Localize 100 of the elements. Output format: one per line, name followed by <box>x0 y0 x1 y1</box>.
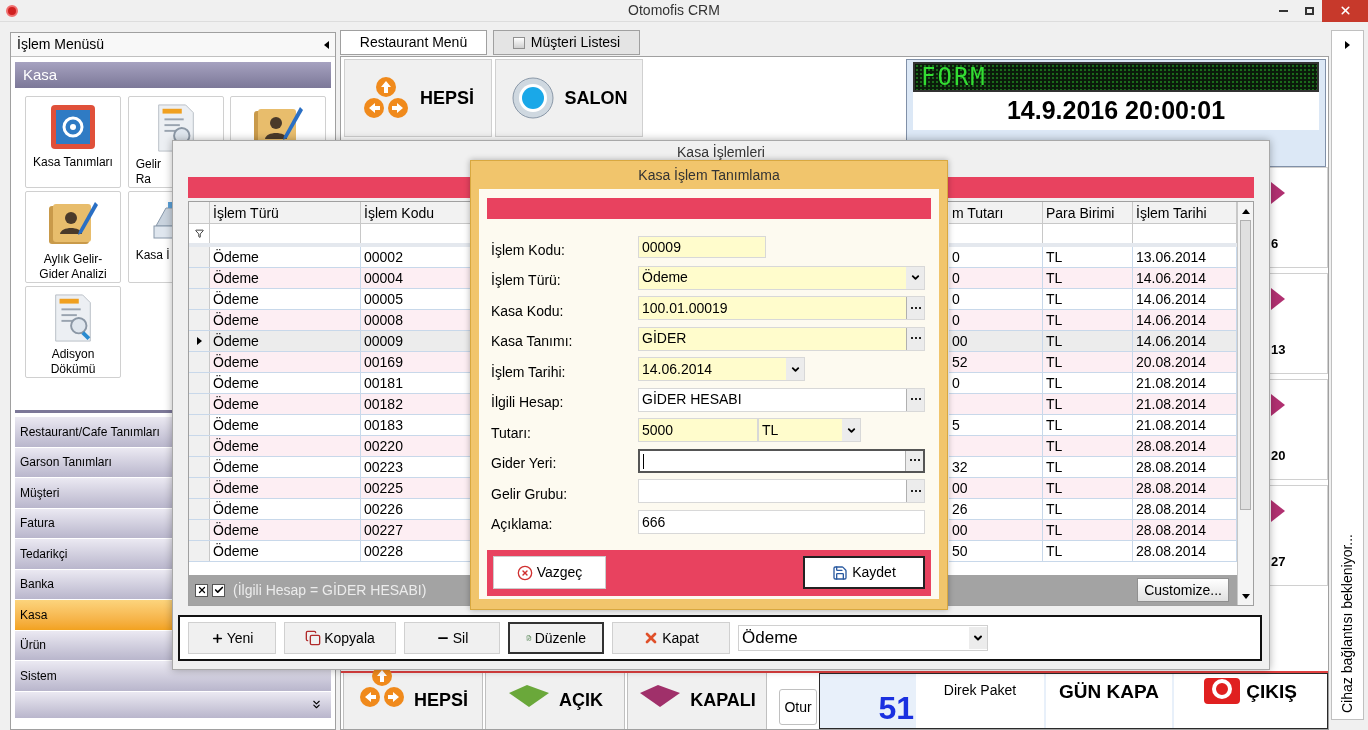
table-cell: 00169 <box>364 354 403 370</box>
tile-label: Kasa İ <box>134 248 170 263</box>
dialog-title: Kasa İşlem Tanımlama <box>638 166 780 185</box>
tile-label: Aylık Gelir- Gider Analizi <box>39 252 107 282</box>
table-cell: Ödeme <box>213 480 259 496</box>
tile-label: Kasa Tanımları <box>33 155 113 170</box>
table-cell: 13.06.2014 <box>1136 249 1207 265</box>
table-cell: 21.08.2014 <box>1136 375 1207 391</box>
table-cell: Ödeme <box>213 270 259 286</box>
table-cell: TL <box>1046 270 1063 286</box>
table-cell: TL <box>1046 249 1063 265</box>
table-cell: Ödeme <box>213 522 259 538</box>
table-cell: 0 <box>952 249 960 265</box>
exit-label: ÇIKIŞ <box>1246 680 1297 704</box>
table-cell: TL <box>1046 291 1063 307</box>
table-cell: 00228 <box>364 543 403 559</box>
tile-label: HEPSİ <box>420 86 474 110</box>
table-cell: 00005 <box>364 291 403 307</box>
table-cell: 00004 <box>364 270 403 286</box>
table-cell: Ödeme <box>213 291 259 307</box>
table-cell: 5 <box>952 417 960 433</box>
table-cell: TL <box>1046 501 1063 517</box>
table-cell: TL <box>1046 312 1063 328</box>
table-cell: 32 <box>952 459 968 475</box>
table-cell: Ödeme <box>213 354 259 370</box>
table-cell: 52 <box>952 354 968 370</box>
table-cell: 00009 <box>364 333 403 349</box>
table-cell: 0 <box>952 270 960 286</box>
field-label: Tutarı: <box>490 423 532 443</box>
tile-label: SALON <box>564 86 628 110</box>
field-label: Gider Yeri: <box>490 454 558 473</box>
table-cell: Ödeme <box>213 543 259 559</box>
table-cell: 00225 <box>364 480 403 496</box>
tile-label: KAPALI <box>690 691 756 709</box>
group-header: Kasa <box>15 62 331 88</box>
table-cell: 26 <box>952 501 968 517</box>
table-cell: 00220 <box>364 438 403 454</box>
table-cell: 28.08.2014 <box>1136 522 1207 538</box>
filter-text: (İlgili Hesap = GİDER HESABI) <box>233 580 427 600</box>
field-label: İlgili Hesap: <box>490 393 565 412</box>
table-cell: TL <box>1046 480 1063 496</box>
field-label: Kasa Kodu: <box>490 301 565 321</box>
table-cell: 00226 <box>364 501 403 517</box>
table-cell: Ödeme <box>213 396 259 412</box>
field-label: İşlem Kodu: <box>490 240 566 260</box>
window-title: Kasa İşlemleri <box>676 143 766 162</box>
field-label: İşlem Tarihi: <box>490 362 567 382</box>
table-cell: 00 <box>952 522 968 538</box>
table-cell: 21.08.2014 <box>1136 417 1207 433</box>
table-cell: Ödeme <box>213 333 259 349</box>
tile-label: AÇIK <box>559 691 603 709</box>
clock-text: 14.9.2016 20:00:01 <box>913 92 1319 130</box>
table-cell: TL <box>1046 459 1063 475</box>
table-cell: TL <box>1046 543 1063 559</box>
table-cell: 00182 <box>364 396 403 412</box>
table-cell: 14.06.2014 <box>1136 291 1207 307</box>
field-label: Gelir Grubu: <box>490 484 569 504</box>
count-text: 51 <box>877 692 915 728</box>
table-cell: 00 <box>952 333 968 349</box>
table-cell: TL <box>1046 396 1063 412</box>
status-text: Cihaz bağlantısı bekleniyor... <box>1338 534 1356 713</box>
tile-label: HEPSİ <box>414 691 468 709</box>
table-cell: TL <box>1046 354 1063 370</box>
table-cell: 0 <box>952 291 960 307</box>
table-cell: 28.08.2014 <box>1136 480 1207 496</box>
table-cell: 0 <box>952 375 960 391</box>
window-title: Otomofis CRM <box>627 1 721 20</box>
table-cell: 00002 <box>364 249 403 265</box>
table-cell: 28.08.2014 <box>1136 459 1207 475</box>
table-cell: 00227 <box>364 522 403 538</box>
tile-number: 6 <box>1271 235 1280 253</box>
table-cell: 20.08.2014 <box>1136 354 1207 370</box>
tile-number: 20 <box>1271 447 1287 465</box>
field-label: Kasa Tanımı: <box>490 332 574 351</box>
table-cell: 00223 <box>364 459 403 475</box>
table-cell: 14.06.2014 <box>1136 270 1207 286</box>
table-cell: 00008 <box>364 312 403 328</box>
table-cell: Ödeme <box>213 249 259 265</box>
table-cell: 28.08.2014 <box>1136 543 1207 559</box>
table-cell: Ödeme <box>213 375 259 391</box>
table-cell: 28.08.2014 <box>1136 501 1207 517</box>
tile-number: 13 <box>1271 341 1287 359</box>
field-label: İşlem Türü: <box>490 271 562 290</box>
table-cell: 14.06.2014 <box>1136 312 1207 328</box>
table-cell: 00 <box>952 480 968 496</box>
table-cell: 00181 <box>364 375 403 391</box>
table-cell: Ödeme <box>213 438 259 454</box>
table-cell: 00183 <box>364 417 403 433</box>
table-cell: TL <box>1046 522 1063 538</box>
table-cell: TL <box>1046 438 1063 454</box>
table-cell: TL <box>1046 333 1063 349</box>
panel-title: İşlem Menüsü <box>17 35 105 54</box>
table-cell: Ödeme <box>213 312 259 328</box>
table-cell: Ödeme <box>213 459 259 475</box>
table-cell: 50 <box>952 543 968 559</box>
table-cell: TL <box>1046 375 1063 391</box>
table-cell: 14.06.2014 <box>1136 333 1207 349</box>
table-cell: 28.08.2014 <box>1136 438 1207 454</box>
table-cell: 21.08.2014 <box>1136 396 1207 412</box>
tile-label: Gelir Ra <box>134 157 161 187</box>
